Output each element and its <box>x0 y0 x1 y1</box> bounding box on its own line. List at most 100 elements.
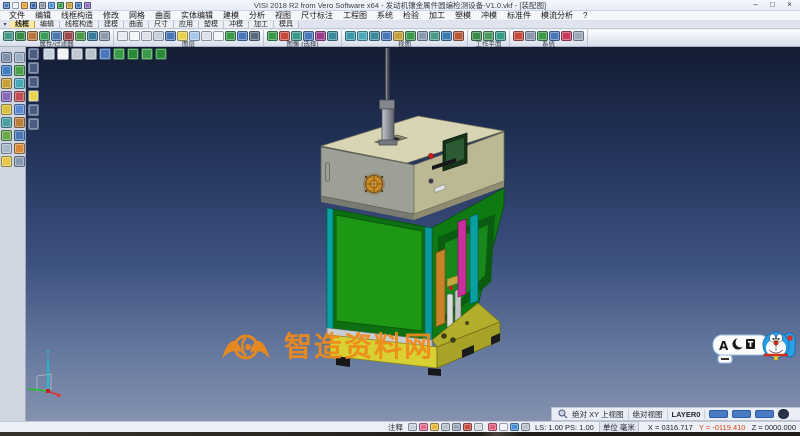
toolbar-icon[interactable] <box>141 31 152 41</box>
toolbar-icon[interactable] <box>75 2 82 9</box>
menu-item[interactable]: 修改 <box>98 10 124 21</box>
toolbar-icon[interactable] <box>1 65 12 76</box>
menu-item[interactable]: ? <box>578 11 592 20</box>
magnifier-icon[interactable] <box>558 409 568 419</box>
menu-item[interactable]: 网格 <box>124 10 150 21</box>
toolbar-icon[interactable] <box>369 31 380 41</box>
toolbar-icon[interactable] <box>1 78 12 89</box>
toolbar-icon[interactable] <box>85 48 97 60</box>
menu-item[interactable]: 曲面 <box>150 10 176 21</box>
status-button[interactable] <box>732 410 751 418</box>
toolbar-tab[interactable]: 编辑 <box>35 21 60 28</box>
toolbar-icon[interactable] <box>48 2 55 9</box>
toolbar-icon[interactable] <box>471 31 482 41</box>
toolbar-icon[interactable] <box>452 423 461 431</box>
toolbar-icon[interactable] <box>537 31 548 41</box>
toolbar-icon[interactable] <box>127 48 139 60</box>
menu-item[interactable]: 分析 <box>244 10 270 21</box>
toolbar-icon[interactable] <box>249 31 260 41</box>
status-button[interactable] <box>709 410 728 418</box>
scale-indicator[interactable]: LS: 1.00 PS: 1.00 <box>535 423 594 432</box>
toolbar-icon[interactable] <box>405 31 416 41</box>
toolbar-icon[interactable] <box>43 48 55 60</box>
toolbar-icon[interactable] <box>28 118 39 130</box>
close-button[interactable]: × <box>781 0 798 10</box>
toolbar-icon[interactable] <box>441 423 450 431</box>
maximize-button[interactable]: □ <box>764 0 781 10</box>
toolbar-icon[interactable] <box>279 31 290 41</box>
menu-item[interactable]: 编辑 <box>30 10 56 21</box>
toolbar-tab[interactable]: 冲模 <box>224 21 249 28</box>
toolbar-icon[interactable] <box>521 423 530 431</box>
toolbar-icon[interactable] <box>87 31 98 41</box>
toolbar-tab[interactable]: 加工 <box>249 21 274 28</box>
toolbar-icon[interactable] <box>3 31 14 41</box>
status-button[interactable] <box>755 410 774 418</box>
toolbar-icon[interactable] <box>1 52 12 63</box>
toolbar-tab[interactable]: 应用 <box>174 21 199 28</box>
toolbar-icon[interactable] <box>1 117 12 128</box>
toolbar-icon[interactable] <box>488 423 497 431</box>
toolbar-icon[interactable] <box>3 2 10 9</box>
menu-item[interactable]: 建模 <box>218 10 244 21</box>
toolbar-icon[interactable] <box>66 2 73 9</box>
toolbar-icon[interactable] <box>1 130 12 141</box>
menu-item[interactable]: 系统 <box>372 10 398 21</box>
toolbar-icon[interactable] <box>483 31 494 41</box>
menu-item[interactable]: 塑模 <box>450 10 476 21</box>
toolbar-icon[interactable] <box>57 2 64 9</box>
toolbar-icon[interactable] <box>291 31 302 41</box>
toolbar-icon[interactable] <box>1 156 12 167</box>
toolbar-icon[interactable] <box>15 31 26 41</box>
toolbar-tab[interactable]: 塑模 <box>199 21 224 28</box>
toolbar-icon[interactable] <box>510 423 519 431</box>
toolbar-tab[interactable]: 尺寸 <box>149 21 174 28</box>
toolbar-icon[interactable] <box>189 31 200 41</box>
toolbar-icon[interactable] <box>14 130 25 141</box>
toolbar-icon[interactable] <box>14 156 25 167</box>
menu-item[interactable]: 视图 <box>270 10 296 21</box>
toolbar-icon[interactable] <box>153 31 164 41</box>
toolbar-icon[interactable] <box>1 104 12 115</box>
toolbar-icon[interactable] <box>21 2 28 9</box>
toolbar-tab[interactable]: 线框 <box>10 21 35 28</box>
toolbar-icon[interactable] <box>14 117 25 128</box>
toolbar-icon[interactable] <box>225 31 236 41</box>
menu-item[interactable]: 工程图 <box>338 10 372 21</box>
annotation-label[interactable]: 注释 <box>388 422 403 433</box>
toolbar-icon[interactable] <box>113 48 125 60</box>
toolbar-icon[interactable] <box>499 423 508 431</box>
toolbar-icon[interactable] <box>14 143 25 154</box>
toolbar-icon[interactable] <box>381 31 392 41</box>
view-indicator[interactable]: 绝对视图 <box>633 409 668 420</box>
toolbar-icon[interactable] <box>525 31 536 41</box>
toolbar-icon[interactable] <box>14 104 25 115</box>
toolbar-icon[interactable] <box>14 91 25 102</box>
menu-item[interactable]: 线框构造 <box>56 10 98 21</box>
toolbar-icon[interactable] <box>99 48 111 60</box>
menu-item[interactable]: 加工 <box>424 10 450 21</box>
toolbar-icon[interactable] <box>201 31 212 41</box>
toolbar-icon[interactable] <box>30 2 37 9</box>
menu-item[interactable]: 模流分析 <box>536 10 578 21</box>
toolbar-icon[interactable] <box>1 91 12 102</box>
menu-item[interactable]: 冲模 <box>476 10 502 21</box>
toolbar-icon[interactable] <box>315 31 326 41</box>
toolbar-icon[interactable] <box>429 31 440 41</box>
toolbar-icon[interactable] <box>495 31 506 41</box>
toolbar-icon[interactable] <box>513 31 524 41</box>
chevron-down-icon[interactable]: ▾ <box>0 21 10 28</box>
toolbar-icon[interactable] <box>28 90 39 102</box>
toolbar-icon[interactable] <box>57 48 69 60</box>
toolbar-icon[interactable] <box>27 31 38 41</box>
toolbar-icon[interactable] <box>213 31 224 41</box>
toolbar-icon[interactable] <box>561 31 572 41</box>
toolbar-icon[interactable] <box>327 31 338 41</box>
toolbar-icon[interactable] <box>453 31 464 41</box>
toolbar-icon[interactable] <box>39 2 46 9</box>
toolbar-icon[interactable] <box>71 48 83 60</box>
toolbar-icon[interactable] <box>408 423 417 431</box>
toolbar-icon[interactable] <box>117 31 128 41</box>
toolbar-icon[interactable] <box>393 31 404 41</box>
ime-toolbar[interactable]: A <box>712 327 796 369</box>
